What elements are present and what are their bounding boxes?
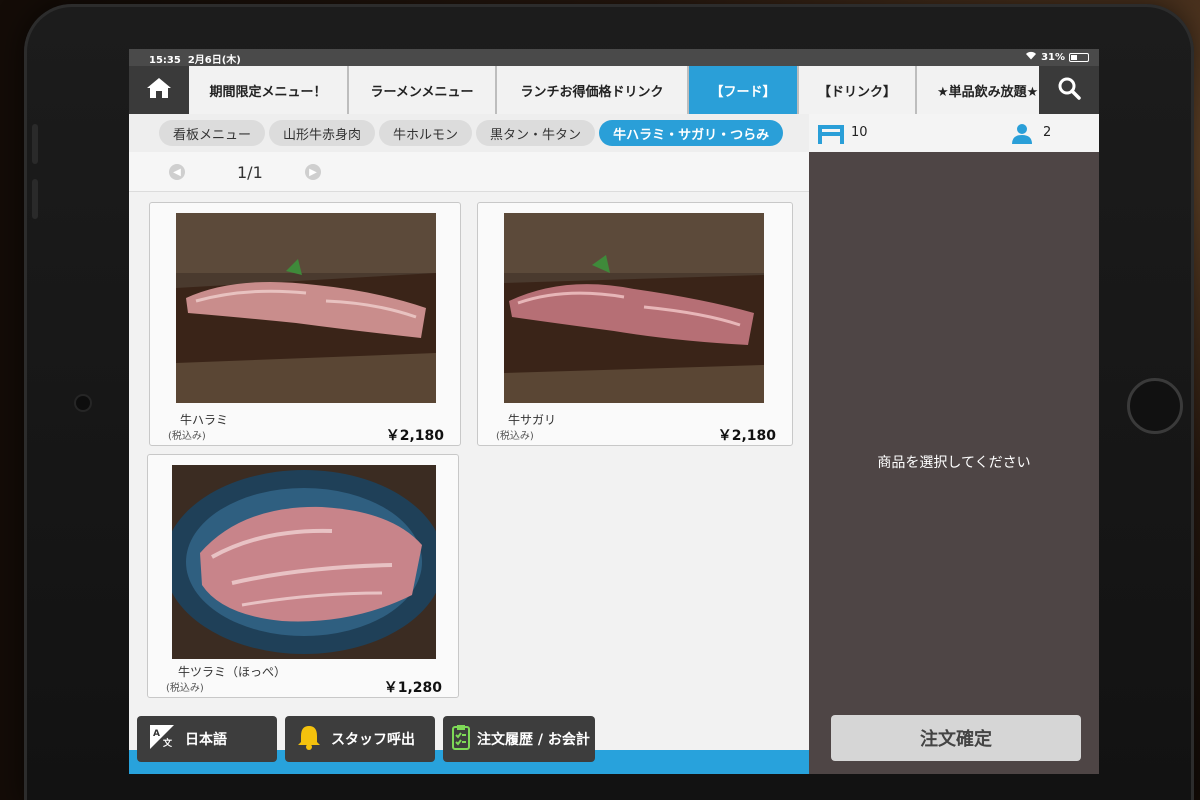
pager: ◀ 1/1 ▶	[129, 152, 809, 192]
product-grid: 牛ハラミ (税込み) ￥2,180 牛サガリ (税込み) ￥2,180 牛ツラミ…	[129, 192, 809, 712]
table-number: 10	[851, 125, 868, 140]
tab-ramen-menu[interactable]: ラーメンメニュー	[349, 66, 497, 114]
status-bar: 15:35 2月6日(木) 31%	[129, 49, 1099, 66]
order-history-label: 注文履歴 / お会計	[477, 732, 590, 748]
prev-page-button[interactable]: ◀	[169, 164, 185, 180]
search-button[interactable]	[1039, 66, 1099, 114]
chip-beef-offal[interactable]: 牛ホルモン	[379, 120, 473, 146]
product-card-sagari[interactable]: 牛サガリ (税込み) ￥2,180	[477, 202, 793, 446]
chip-label: 看板メニュー	[173, 127, 252, 143]
product-photo	[172, 465, 436, 659]
order-history-button[interactable]: 注文履歴 / お会計	[443, 716, 595, 762]
tab-label: ランチお得価格ドリンク	[520, 84, 664, 100]
front-camera	[76, 396, 90, 410]
category-tab-bar: 期間限定メニュー！ ラーメンメニュー ランチお得価格ドリンク 【フード】 【ドリ…	[129, 66, 1099, 114]
chip-harami-sagari-tsurami[interactable]: 牛ハラミ・サガリ・つらみ	[599, 120, 784, 146]
tab-label: 【フード】	[710, 84, 776, 100]
chip-label: 牛ホルモン	[393, 127, 459, 143]
clipboard-icon	[451, 724, 471, 754]
product-photo	[504, 213, 764, 403]
status-indicators: 31%	[1025, 51, 1089, 63]
tablet-device: 15:35 2月6日(木) 31% 期間限定メニュー！ ラーメンメニュー ランチ…	[24, 4, 1194, 800]
product-tax-note: (税込み)	[166, 683, 204, 694]
bottom-toolbar: A文 日本語 スタッフ呼出 注文履歴 / お会計	[129, 712, 809, 774]
order-panel-header: 10 2	[809, 114, 1099, 152]
tab-label: 【ドリンク】	[818, 84, 897, 100]
chevron-left-icon: ◀	[173, 166, 181, 178]
status-time-date: 15:35 2月6日(木)	[149, 51, 241, 66]
staff-call-label: スタッフ呼出	[331, 732, 415, 748]
chip-beef-tongue[interactable]: 黒タン・牛タン	[476, 120, 596, 146]
person-icon	[1011, 123, 1033, 149]
next-page-button[interactable]: ▶	[305, 164, 321, 180]
product-tax-note: (税込み)	[496, 431, 534, 442]
home-icon	[146, 77, 172, 103]
language-icon: A文	[149, 724, 175, 754]
product-price: ￥2,180	[717, 428, 776, 444]
language-label: 日本語	[185, 732, 227, 748]
subcategory-bar: 看板メニュー 山形牛赤身肉 牛ホルモン 黒タン・牛タン 牛ハラミ・サガリ・つらみ	[129, 114, 809, 152]
chip-label: 黒タン・牛タン	[490, 127, 582, 143]
product-price: ￥2,180	[385, 428, 444, 444]
product-card-tsurami[interactable]: 牛ツラミ（ほっぺ） (税込み) ￥1,280	[147, 454, 459, 698]
volume-button	[32, 179, 38, 219]
screen: 15:35 2月6日(木) 31% 期間限定メニュー！ ラーメンメニュー ランチ…	[129, 49, 1099, 774]
product-photo	[176, 213, 436, 403]
product-price: ￥1,280	[383, 680, 442, 696]
home-hardware-button[interactable]	[1127, 378, 1183, 434]
status-date: 2月6日(木)	[187, 55, 241, 66]
battery-icon	[1069, 52, 1089, 62]
home-button[interactable]	[129, 66, 189, 114]
svg-text:A: A	[153, 729, 160, 739]
empty-order-message: 商品を選択してください	[877, 455, 1031, 471]
tab-label: 期間限定メニュー！	[209, 84, 327, 100]
category-tabs: 期間限定メニュー！ ラーメンメニュー ランチお得価格ドリンク 【フード】 【ドリ…	[189, 66, 1039, 114]
confirm-order-label: 注文確定	[920, 729, 992, 750]
tab-single-all-you-can-drink[interactable]: ★単品飲み放題★	[917, 66, 1039, 114]
chevron-right-icon: ▶	[309, 166, 317, 178]
wifi-icon	[1025, 51, 1037, 63]
page-indicator: 1/1	[237, 163, 263, 182]
svg-text:文: 文	[162, 737, 173, 749]
language-button[interactable]: A文 日本語	[137, 716, 277, 762]
chip-signature-menu[interactable]: 看板メニュー	[159, 120, 266, 146]
product-name: 牛ハラミ	[180, 413, 229, 427]
chip-yamagata-beef[interactable]: 山形牛赤身肉	[269, 120, 376, 146]
chip-label: 山形牛赤身肉	[283, 127, 362, 143]
status-time: 15:35	[149, 55, 181, 66]
search-icon	[1057, 76, 1081, 104]
product-name: 牛サガリ	[508, 413, 557, 427]
staff-call-button[interactable]: スタッフ呼出	[285, 716, 435, 762]
tab-lunch-drink[interactable]: ランチお得価格ドリンク	[497, 66, 689, 114]
volume-button	[32, 124, 38, 164]
product-name: 牛ツラミ（ほっぺ）	[178, 665, 287, 679]
product-tax-note: (税込み)	[168, 431, 206, 442]
confirm-order-button[interactable]: 注文確定	[831, 715, 1081, 761]
order-panel: 商品を選択してください 注文確定	[809, 152, 1099, 774]
table-icon	[817, 123, 845, 149]
tab-drink[interactable]: 【ドリンク】	[799, 66, 917, 114]
product-card-harami[interactable]: 牛ハラミ (税込み) ￥2,180	[149, 202, 461, 446]
bell-icon	[297, 724, 321, 754]
tab-limited-menu[interactable]: 期間限定メニュー！	[189, 66, 349, 114]
battery-percent: 31%	[1041, 51, 1065, 63]
tab-food[interactable]: 【フード】	[689, 66, 799, 114]
guest-count: 2	[1043, 125, 1052, 140]
tab-label: ★単品飲み放題★	[937, 84, 1039, 100]
tab-label: ラーメンメニュー	[370, 84, 474, 100]
chip-label: 牛ハラミ・サガリ・つらみ	[613, 127, 770, 143]
